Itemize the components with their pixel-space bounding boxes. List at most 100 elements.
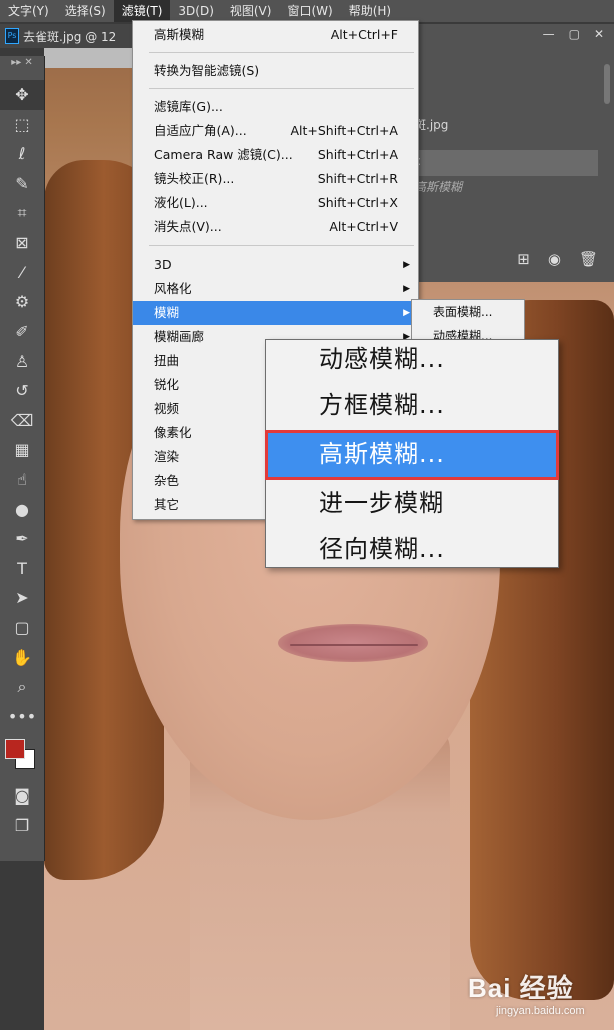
menu-item-label: 转换为智能滤镜(S) bbox=[154, 63, 260, 78]
smudge-icon[interactable]: ☝ bbox=[0, 465, 44, 495]
menu-item-blur[interactable]: 模糊 ▶ bbox=[133, 301, 418, 325]
menu-item-label: 镜头校正(R)... bbox=[154, 171, 235, 186]
zoom-item-label: 径向模糊... bbox=[319, 535, 445, 563]
menu-item-label: 滤镜库(G)... bbox=[154, 99, 223, 114]
rectangle-icon[interactable]: ▢ bbox=[0, 613, 44, 643]
menu-divider bbox=[149, 245, 414, 246]
quick-mask-icon[interactable]: ◙ bbox=[0, 781, 44, 811]
maximize-icon[interactable]: ▢ bbox=[569, 27, 580, 41]
color-swatches bbox=[0, 731, 44, 781]
menu-select[interactable]: 选择(S) bbox=[57, 0, 114, 22]
menu-item-shortcut: Alt+Ctrl+F bbox=[330, 27, 398, 42]
menu-item-label: 自适应广角(A)... bbox=[154, 123, 247, 138]
menu-view[interactable]: 视图(V) bbox=[222, 0, 280, 22]
path-select-icon[interactable]: ➤ bbox=[0, 583, 44, 613]
menu-item-label: Camera Raw 滤镜(C)... bbox=[154, 147, 293, 162]
lasso-icon[interactable]: ℓ bbox=[0, 139, 44, 169]
eyedropper-icon[interactable]: ⁄ bbox=[0, 258, 44, 288]
document-tab[interactable]: Ps 去雀斑.jpg @ 12 bbox=[0, 24, 140, 48]
camera-icon[interactable]: ◉ bbox=[548, 250, 561, 268]
menu-item-vanishing-point[interactable]: 消失点(V)... Alt+Ctrl+V bbox=[133, 215, 418, 239]
menu-item-label: 模糊 bbox=[154, 305, 180, 320]
eraser-icon[interactable]: ⌫ bbox=[0, 406, 44, 436]
menu-item-shortcut: Alt+Ctrl+V bbox=[329, 219, 398, 234]
menu-item-stylize[interactable]: 风格化 ▶ bbox=[133, 277, 418, 301]
menu-item-label: 视频 bbox=[154, 401, 180, 416]
menu-item-label: 高斯模糊 bbox=[154, 27, 205, 42]
submenu-arrow-icon: ▶ bbox=[403, 308, 410, 318]
menu-item-label: 其它 bbox=[154, 497, 180, 512]
history-file-label: 斑.jpg bbox=[414, 118, 449, 132]
menu-item-label: 渲染 bbox=[154, 449, 180, 464]
menu-item-shortcut: Shift+Ctrl+R bbox=[317, 171, 398, 186]
menu-item-3d[interactable]: 3D ▶ bbox=[133, 253, 418, 277]
frame-icon[interactable]: ⊠ bbox=[0, 228, 44, 258]
blur-submenu: 表面模糊... 动感模糊... bbox=[411, 299, 525, 341]
photoshop-file-icon: Ps bbox=[5, 28, 19, 44]
quick-select-icon[interactable]: ✎ bbox=[0, 169, 44, 199]
menu-item-shortcut: Alt+Shift+Ctrl+A bbox=[290, 123, 398, 138]
menu-item-shortcut: Shift+Ctrl+A bbox=[317, 147, 398, 162]
zoom-item-blur-more[interactable]: 进一步模糊 bbox=[267, 482, 557, 526]
screen-mode-icon[interactable]: ❐ bbox=[0, 811, 44, 841]
menu-divider bbox=[149, 88, 414, 89]
minimize-icon[interactable]: — bbox=[543, 27, 555, 41]
panel-scrollbar[interactable] bbox=[604, 64, 610, 104]
menu-item-label: 扭曲 bbox=[154, 353, 180, 368]
zoom-item-box-blur[interactable]: 方框模糊... bbox=[267, 384, 557, 428]
history-panel: — ▢ ✕ 斑.jpg c 高斯模糊 ⊞ ◉ 🗑 bbox=[414, 24, 614, 282]
watermark-logo: Bai 经验 bbox=[468, 973, 574, 1003]
zoom-item-label: 进一步模糊 bbox=[319, 489, 444, 517]
crop-icon[interactable]: ⌗ bbox=[0, 198, 44, 228]
menu-help[interactable]: 帮助(H) bbox=[341, 0, 399, 22]
history-selected-row[interactable] bbox=[414, 150, 598, 176]
menu-bar: 文字(Y) 选择(S) 滤镜(T) 3D(D) 视图(V) 窗口(W) 帮助(H… bbox=[0, 0, 614, 22]
marquee-icon[interactable]: ⬚ bbox=[0, 110, 44, 140]
submenu-arrow-icon: ▶ bbox=[403, 284, 410, 294]
type-icon[interactable]: T bbox=[0, 554, 44, 584]
healing-icon[interactable]: ⚙ bbox=[0, 287, 44, 317]
foreground-color-swatch[interactable] bbox=[5, 739, 25, 760]
baidu-watermark: Bai 经验 jingyan.baidu.com bbox=[468, 968, 608, 1017]
trash-icon[interactable]: 🗑 bbox=[579, 250, 598, 268]
menu-item-last-filter[interactable]: 高斯模糊 Alt+Ctrl+F bbox=[133, 23, 418, 47]
photo-lip-line bbox=[290, 644, 418, 646]
menu-item-convert-smart-filter[interactable]: 转换为智能滤镜(S) bbox=[133, 59, 418, 83]
menu-item-filter-gallery[interactable]: 滤镜库(G)... bbox=[133, 95, 418, 119]
move-icon[interactable]: ✥ bbox=[0, 80, 44, 110]
menu-item-label: 风格化 bbox=[154, 281, 192, 296]
stamp-icon[interactable]: ♙ bbox=[0, 346, 44, 376]
menu-filter[interactable]: 滤镜(T) bbox=[113, 0, 171, 22]
new-document-icon[interactable]: ⊞ bbox=[517, 250, 530, 268]
menu-item-label: 杂色 bbox=[154, 473, 180, 488]
hand-icon[interactable]: ✋ bbox=[0, 642, 44, 672]
history-italic-label: 高斯模糊 bbox=[414, 180, 463, 194]
menu-item-adaptive-wide-angle[interactable]: 自适应广角(A)... Alt+Shift+Ctrl+A bbox=[133, 119, 418, 143]
menu-3d[interactable]: 3D(D) bbox=[170, 0, 221, 22]
menu-item-lens-correction[interactable]: 镜头校正(R)... Shift+Ctrl+R bbox=[133, 167, 418, 191]
menu-item-camera-raw[interactable]: Camera Raw 滤镜(C)... Shift+Ctrl+A bbox=[133, 143, 418, 167]
document-tab-title: 去雀斑.jpg @ 12 bbox=[23, 29, 117, 44]
menu-item-label: 模糊画廊 bbox=[154, 329, 205, 344]
menu-type[interactable]: 文字(Y) bbox=[0, 0, 57, 22]
panel-grip-icon[interactable]: ▸▸ ✕ bbox=[0, 56, 44, 80]
menu-item-label: 3D bbox=[154, 257, 172, 272]
pen-icon[interactable]: ✒ bbox=[0, 524, 44, 554]
zoom-item-motion-blur[interactable]: 动感模糊... bbox=[267, 338, 557, 382]
zoom-icon[interactable]: ⌕ bbox=[0, 672, 44, 702]
history-brush-icon[interactable]: ↺ bbox=[0, 376, 44, 406]
menu-item-label: 消失点(V)... bbox=[154, 219, 222, 234]
watermark-url: jingyan.baidu.com bbox=[496, 1005, 585, 1017]
menu-item-label: 锐化 bbox=[154, 377, 180, 392]
dodge-icon[interactable]: ● bbox=[0, 494, 44, 524]
zoom-item-label: 方框模糊... bbox=[319, 391, 445, 419]
menu-item-surface-blur[interactable]: 表面模糊... bbox=[412, 300, 524, 324]
menu-window[interactable]: 窗口(W) bbox=[279, 0, 340, 22]
more-icon[interactable]: ••• bbox=[0, 701, 44, 731]
menu-item-label: 像素化 bbox=[154, 425, 192, 440]
close-icon[interactable]: ✕ bbox=[594, 27, 604, 41]
brush-icon[interactable]: ✐ bbox=[0, 317, 44, 347]
zoom-item-radial-blur[interactable]: 径向模糊... bbox=[267, 528, 557, 572]
gradient-icon[interactable]: ▦ bbox=[0, 435, 44, 465]
menu-item-liquify[interactable]: 液化(L)... Shift+Ctrl+X bbox=[133, 191, 418, 215]
